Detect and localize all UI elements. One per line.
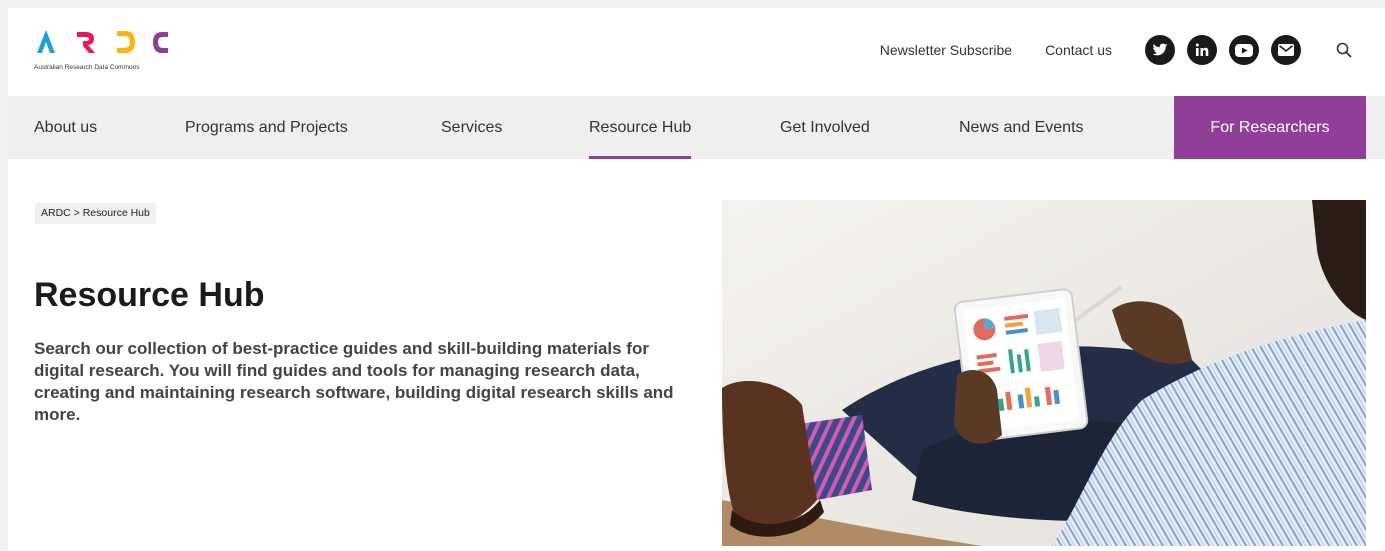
twitter-icon[interactable] [1145,35,1175,65]
logo-tagline: Australian Research Data Commons [34,64,140,71]
nav-item-news-and-events[interactable]: News and Events [959,96,1084,159]
email-icon[interactable] [1271,35,1301,65]
page-intro: Search our collection of best-practice g… [34,339,674,424]
breadcrumb[interactable]: ARDC > Resource Hub [35,203,156,224]
nav-item-resource-hub[interactable]: Resource Hub [589,96,692,159]
for-researchers-button[interactable]: For Researchers [1174,96,1366,159]
search-icon[interactable] [1333,39,1355,61]
contact-us-link[interactable]: Contact us [1045,42,1112,58]
youtube-icon[interactable] [1229,35,1259,65]
nav-item-about-us[interactable]: About us [34,96,97,159]
hero-image [722,200,1366,546]
newsletter-subscribe-link[interactable]: Newsletter Subscribe [880,42,1012,58]
page-title: Resource Hub [34,276,265,314]
ardc-logo[interactable]: Australian Research Data Commons [34,26,194,78]
linkedin-icon[interactable] [1187,35,1217,65]
nav-item-get-involved[interactable]: Get Involved [780,96,870,159]
social-links [1145,35,1301,65]
page: Australian Research Data Commons Newslet… [8,8,1385,551]
nav-item-programs-and-projects[interactable]: Programs and Projects [185,96,348,159]
nav-item-services[interactable]: Services [441,96,502,159]
utility-nav: Newsletter Subscribe Contact us [880,35,1355,65]
ardc-logo-mark [37,30,168,53]
main-nav: About us Programs and Projects Services … [8,96,1385,159]
